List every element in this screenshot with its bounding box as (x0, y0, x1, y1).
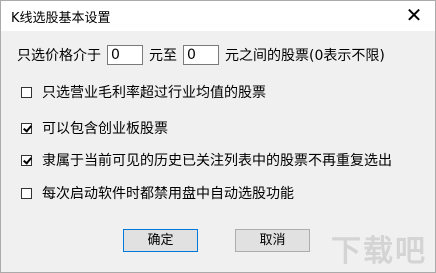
price-range-row: 只选价格介于 元至 元之间的股票(0表示不限) (17, 43, 385, 67)
max-price-input[interactable] (183, 45, 219, 65)
dialog-body: 只选价格介于 元至 元之间的股票(0表示不限) 只选营业毛利率超过行业均值的股票… (1, 31, 435, 272)
include-gem-label: 可以包含创业板股票 (42, 121, 168, 137)
watermark-logo: 下载吧 (331, 234, 427, 269)
price-suffix-label: 元之间的股票(0表示不限) (225, 48, 385, 64)
title-bar: K线选股基本设置 ✕ (1, 1, 435, 31)
price-middle-label: 元至 (149, 48, 177, 64)
settings-dialog: K线选股基本设置 ✕ 只选价格介于 元至 元之间的股票(0表示不限) 只选营业毛… (0, 0, 436, 273)
min-price-input[interactable] (107, 45, 143, 65)
ok-button[interactable]: 确定 (123, 229, 198, 252)
option-disable-auto-select[interactable]: 每次启动软件时都禁用盘中自动选股功能 (21, 184, 294, 202)
gross-margin-label: 只选营业毛利率超过行业均值的股票 (42, 85, 266, 101)
option-exclude-watched[interactable]: 隶属于当前可见的历史已关注列表中的股票不再重复选出 (21, 151, 392, 169)
window-title: K线选股基本设置 (11, 11, 111, 26)
option-include-gem[interactable]: 可以包含创业板股票 (21, 119, 168, 137)
include-gem-checkbox[interactable] (21, 122, 32, 134)
disable-auto-select-checkbox[interactable] (21, 187, 32, 199)
gross-margin-checkbox[interactable] (21, 86, 32, 98)
disable-auto-select-label: 每次启动软件时都禁用盘中自动选股功能 (42, 186, 294, 202)
price-prefix-label: 只选价格介于 (17, 48, 101, 64)
exclude-watched-label: 隶属于当前可见的历史已关注列表中的股票不再重复选出 (42, 153, 392, 169)
close-icon[interactable]: ✕ (399, 3, 429, 27)
option-gross-margin[interactable]: 只选营业毛利率超过行业均值的股票 (21, 83, 266, 101)
cancel-button[interactable]: 取消 (235, 229, 310, 252)
exclude-watched-checkbox[interactable] (21, 154, 32, 166)
